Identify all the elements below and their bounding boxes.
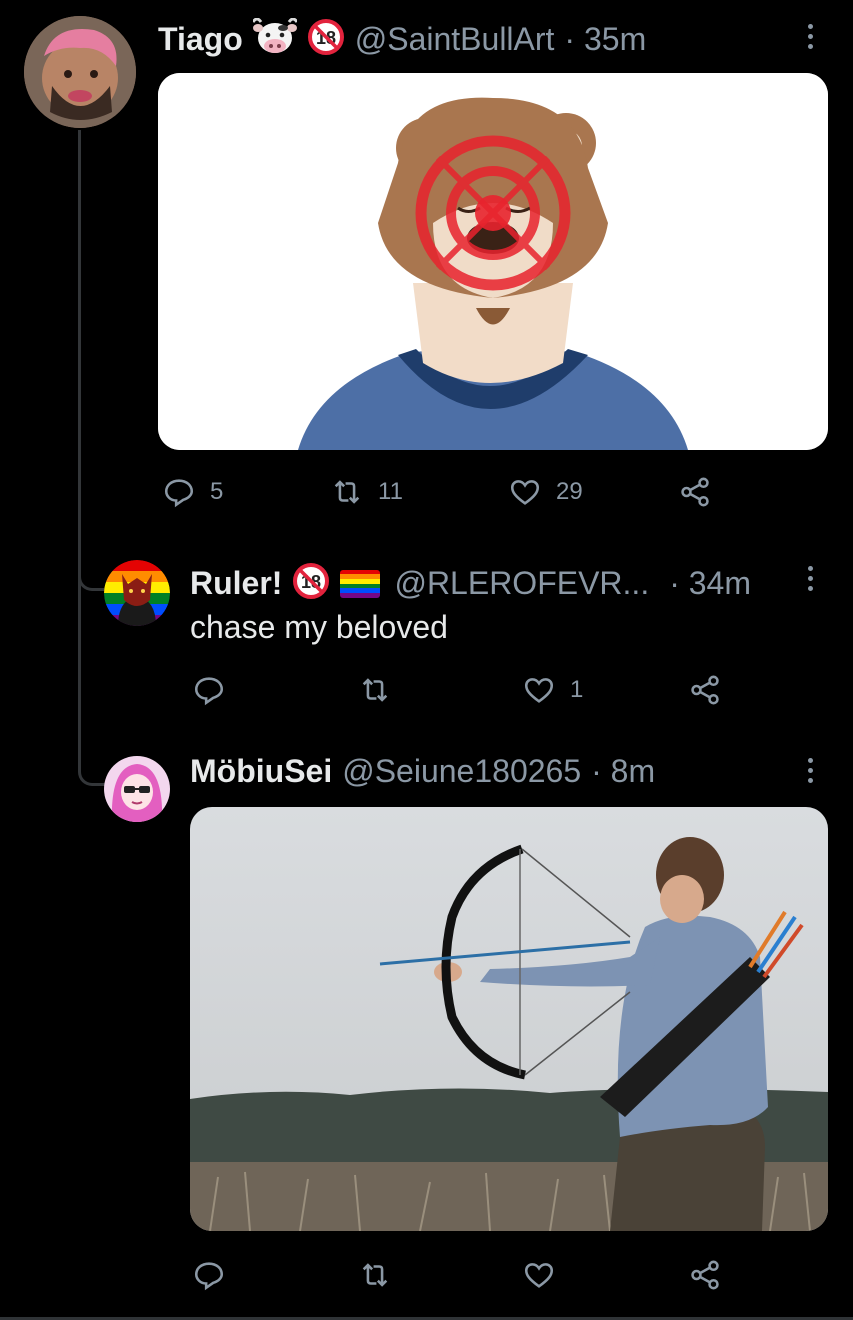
timestamp[interactable]: · 34m xyxy=(669,565,751,602)
display-name[interactable]: Tiago xyxy=(158,21,243,58)
share-button[interactable] xyxy=(678,475,712,509)
cow-face-icon xyxy=(251,17,298,61)
user-handle[interactable]: @RLEROFEVR... xyxy=(394,565,649,602)
tweet-header: MöbiuSei @Seiune180265 · 8m xyxy=(190,753,655,790)
like-button[interactable]: 29 xyxy=(508,475,583,509)
heart-icon xyxy=(524,678,554,703)
retweet-count: 11 xyxy=(378,478,403,505)
share-icon xyxy=(681,477,709,507)
age-restricted-icon: 18 xyxy=(307,18,345,61)
reply-count: 5 xyxy=(210,478,224,505)
retweet-icon xyxy=(334,480,360,504)
avatar[interactable] xyxy=(104,560,170,626)
age-restricted-icon: 18 xyxy=(292,562,330,605)
more-options-icon[interactable] xyxy=(806,758,814,783)
heart-icon xyxy=(510,480,540,505)
like-button[interactable] xyxy=(522,1258,556,1292)
reply-icon xyxy=(164,479,194,508)
display-name[interactable]: MöbiuSei xyxy=(190,753,332,790)
tweet-header: Ruler! 18 @RLEROFEVR... · 34m xyxy=(190,562,751,605)
heart-icon xyxy=(524,1263,554,1288)
tweet-image[interactable] xyxy=(190,807,828,1231)
reply-icon xyxy=(194,1262,224,1291)
thread-line xyxy=(78,130,81,770)
avatar[interactable] xyxy=(104,756,170,822)
reply-button[interactable] xyxy=(192,673,226,707)
retweet-button[interactable] xyxy=(358,1258,392,1292)
display-name[interactable]: Ruler! xyxy=(190,565,282,602)
tweet-header: Tiago 18 @SaintBullArt · 35m xyxy=(158,17,646,61)
more-options-icon[interactable] xyxy=(806,566,814,591)
share-icon xyxy=(691,1260,719,1290)
timestamp[interactable]: · 35m xyxy=(564,21,646,58)
thread-branch xyxy=(78,575,106,591)
timestamp[interactable]: · 8m xyxy=(591,753,655,790)
retweet-button[interactable]: 11 xyxy=(330,475,403,509)
retweet-button[interactable] xyxy=(358,673,392,707)
reply-icon xyxy=(194,677,224,706)
user-handle[interactable]: @Seiune180265 xyxy=(342,753,581,790)
share-button[interactable] xyxy=(688,1258,722,1292)
tweet-text: chase my beloved xyxy=(190,609,448,645)
thread-branch xyxy=(78,770,106,786)
user-handle[interactable]: @SaintBullArt xyxy=(355,21,555,58)
share-icon xyxy=(691,675,719,705)
avatar[interactable] xyxy=(24,16,136,128)
tweet-image[interactable] xyxy=(158,73,828,450)
share-button[interactable] xyxy=(688,673,722,707)
retweet-icon xyxy=(362,1263,388,1287)
like-count: 29 xyxy=(556,478,583,505)
retweet-icon xyxy=(362,678,388,702)
reply-button[interactable] xyxy=(192,1258,226,1292)
like-button[interactable]: 1 xyxy=(522,673,583,707)
like-count: 1 xyxy=(570,676,584,703)
reply-button[interactable]: 5 xyxy=(162,475,223,509)
rainbow-flag-icon xyxy=(340,569,381,598)
more-options-icon[interactable] xyxy=(806,24,814,49)
